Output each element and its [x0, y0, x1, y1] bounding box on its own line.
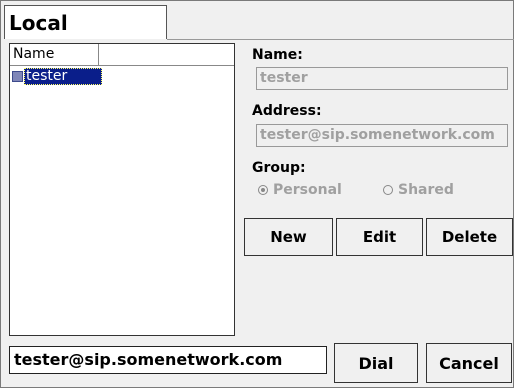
contact-icon [12, 71, 23, 82]
contacts-list[interactable]: Name tester [9, 43, 235, 336]
radio-personal[interactable]: Personal [258, 182, 342, 198]
address-field: tester@sip.somenetwork.com [256, 124, 508, 147]
tab-divider [167, 39, 514, 40]
dial-address-input[interactable]: tester@sip.somenetwork.com [9, 346, 327, 374]
new-button[interactable]: New [244, 218, 333, 256]
edit-button[interactable]: Edit [336, 218, 423, 256]
dial-button[interactable]: Dial [334, 343, 418, 383]
radio-selected-icon [258, 185, 268, 195]
radio-shared-label: Shared [398, 182, 454, 198]
address-label: Address: [252, 103, 322, 119]
delete-button[interactable]: Delete [426, 218, 513, 256]
column-header-name[interactable]: Name [10, 44, 99, 65]
list-item-label: tester [24, 68, 102, 85]
tab-local-contacts[interactable]: Local Contacts [4, 5, 167, 69]
cancel-button[interactable]: Cancel [426, 343, 512, 383]
group-label: Group: [252, 160, 306, 176]
radio-shared[interactable]: Shared [383, 182, 454, 198]
radio-personal-label: Personal [273, 182, 342, 198]
name-field: tester [256, 67, 508, 90]
name-label: Name: [252, 47, 303, 63]
radio-unselected-icon [383, 185, 393, 195]
list-item[interactable]: tester [12, 68, 102, 85]
list-header: Name [10, 44, 234, 66]
